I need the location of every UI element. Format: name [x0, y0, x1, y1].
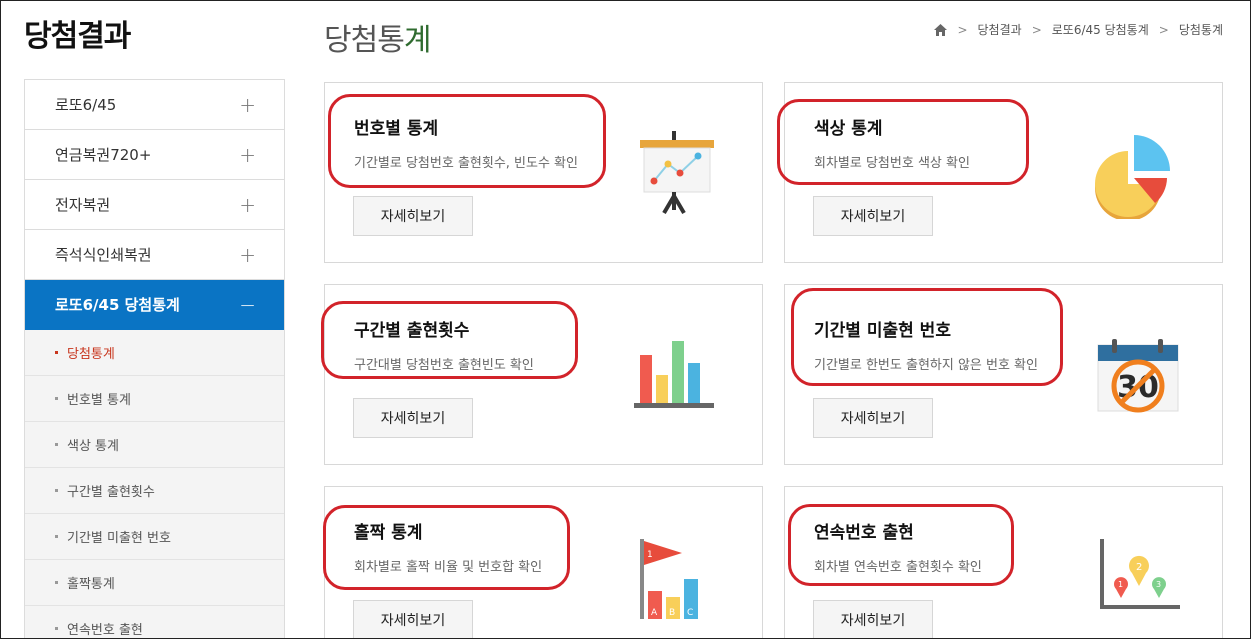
chevron-right-icon: > [957, 22, 968, 37]
sidebar-subitem-range-count[interactable]: 구간별 출현횟수 [25, 468, 284, 514]
sidebar: 로또6/45 + 연금복권720+ + 전자복권 + 즉석식인쇄복권 + 로또6… [24, 79, 285, 638]
sidebar-item-label: 로또6/45 [55, 96, 117, 114]
page-title-accent: 계 [403, 23, 432, 58]
svg-text:C: C [687, 608, 693, 618]
bullet-icon [55, 397, 58, 400]
presentation-chart-icon [640, 131, 714, 215]
section-title: 당첨결과 [24, 19, 131, 54]
card-desc: 회차별 연속번호 출현횟수 확인 [814, 560, 982, 575]
breadcrumb-item[interactable]: 로또6/45 당첨통계 [1052, 21, 1149, 38]
plus-icon: + [239, 92, 256, 117]
card-desc: 기간별로 한번도 출현하지 않은 번호 확인 [814, 358, 1038, 373]
detail-button[interactable]: 자세히보기 [813, 398, 933, 438]
detail-button[interactable]: 자세히보기 [813, 600, 933, 638]
page-title-main: 당첨통 [324, 23, 405, 58]
bullet-icon [55, 535, 58, 538]
bullet-icon [55, 581, 58, 584]
minus-icon: − [239, 292, 256, 317]
card-desc: 회차별로 당첨번호 색상 확인 [814, 156, 970, 171]
sidebar-item-label: 전자복권 [55, 196, 111, 214]
sidebar-item-label: 로또6/45 당첨통계 [55, 296, 180, 314]
flag-bar-icon: 1 A B C [640, 539, 698, 619]
chevron-right-icon: > [1158, 22, 1169, 37]
detail-button[interactable]: 자세히보기 [353, 600, 473, 638]
sidebar-item-label: 즉석식인쇄복권 [55, 246, 152, 264]
sidebar-subitem-label: 당첨통계 [67, 347, 115, 362]
card-title: 구간별 출현횟수 [354, 321, 470, 341]
sidebar-subitem-missing-numbers[interactable]: 기간별 미출현 번호 [25, 514, 284, 560]
card-title: 연속번호 출현 [814, 523, 914, 543]
sidebar-subitem-stats[interactable]: 당첨통계 [25, 330, 284, 376]
sidebar-item-electronic[interactable]: 전자복권 + [25, 180, 284, 230]
page-frame: 당첨결과 로또6/45 + 연금복권720+ + 전자복권 + 즉석식인쇄복권 … [0, 0, 1251, 639]
card-title: 기간별 미출현 번호 [814, 321, 951, 341]
bullet-icon [55, 627, 58, 630]
sidebar-subitem-label: 구간별 출현횟수 [67, 485, 155, 500]
card-missing-numbers: 기간별 미출현 번호 기간별로 한번도 출현하지 않은 번호 확인 자세히보기 … [784, 284, 1223, 465]
bullet-icon [55, 351, 58, 354]
breadcrumb: > 당첨결과 > 로또6/45 당첨통계 > 당첨통계 [934, 21, 1223, 38]
sidebar-item-lotto645[interactable]: 로또6/45 + [25, 80, 284, 130]
breadcrumb-item[interactable]: 당첨결과 [978, 21, 1022, 38]
plus-icon: + [239, 242, 256, 267]
sidebar-subitem-odd-even[interactable]: 홀짝통계 [25, 560, 284, 606]
svg-text:B: B [669, 608, 675, 618]
calendar-30-icon: 30 [1097, 339, 1179, 413]
svg-text:A: A [651, 608, 658, 618]
sidebar-item-pension720[interactable]: 연금복권720+ + [25, 130, 284, 180]
svg-text:1: 1 [647, 550, 653, 560]
card-title: 홀짝 통계 [354, 523, 423, 543]
sidebar-item-lotto-stats[interactable]: 로또6/45 당첨통계 − [25, 280, 284, 330]
card-consecutive: 연속번호 출현 회차별 연속번호 출현횟수 확인 자세히보기 1 2 3 [784, 486, 1223, 638]
card-desc: 기간별로 당첨번호 출현횟수, 빈도수 확인 [354, 156, 578, 171]
bullet-icon [55, 489, 58, 492]
card-color-stats: 색상 통계 회차별로 당첨번호 색상 확인 자세히보기 [777, 82, 1223, 263]
svg-text:2: 2 [1136, 562, 1142, 573]
pie-chart-icon [1095, 135, 1170, 219]
highlight-oval [777, 99, 1029, 185]
sidebar-submenu: 당첨통계 번호별 통계 색상 통계 구간별 출현횟수 기간별 미출현 번호 홀짝… [25, 330, 284, 638]
map-pins-chart-icon: 1 2 3 [1100, 539, 1180, 609]
chevron-right-icon: > [1031, 22, 1042, 37]
card-odd-even: 홀짝 통계 회차별로 홀짝 비율 및 번호합 확인 자세히보기 1 A B C [323, 486, 763, 638]
detail-button[interactable]: 자세히보기 [813, 196, 933, 236]
detail-button[interactable]: 자세히보기 [353, 398, 473, 438]
sidebar-subitem-consecutive[interactable]: 연속번호 출현 [25, 606, 284, 638]
card-title: 색상 통계 [814, 119, 883, 139]
sidebar-item-instant[interactable]: 즉석식인쇄복권 + [25, 230, 284, 280]
card-desc: 구간대별 당첨번호 출현빈도 확인 [354, 358, 534, 373]
bar-chart-icon [634, 341, 714, 408]
svg-text:3: 3 [1156, 580, 1161, 589]
card-range-count: 구간별 출현횟수 구간대별 당첨번호 출현빈도 확인 자세히보기 [321, 284, 763, 465]
page-title: 당첨통계 [324, 15, 432, 59]
sidebar-subitem-label: 번호별 통계 [67, 393, 131, 408]
highlight-oval [328, 94, 606, 188]
sidebar-subitem-label: 홀짝통계 [67, 577, 115, 592]
plus-icon: + [239, 142, 256, 167]
sidebar-subitem-label: 기간별 미출현 번호 [67, 531, 171, 546]
sidebar-subitem-label: 색상 통계 [67, 439, 119, 454]
breadcrumb-item-current: 당첨통계 [1178, 23, 1223, 37]
home-icon[interactable] [934, 23, 948, 36]
bullet-icon [55, 443, 58, 446]
sidebar-subitem-label: 연속번호 출현 [67, 623, 143, 638]
detail-button[interactable]: 자세히보기 [353, 196, 473, 236]
plus-icon: + [239, 192, 256, 217]
card-title: 번호별 통계 [354, 119, 439, 139]
card-number-stats: 번호별 통계 기간별로 당첨번호 출현횟수, 빈도수 확인 자세히보기 [324, 82, 763, 263]
sidebar-subitem-color-stats[interactable]: 색상 통계 [25, 422, 284, 468]
sidebar-subitem-number-stats[interactable]: 번호별 통계 [25, 376, 284, 422]
svg-text:1: 1 [1118, 580, 1123, 589]
card-desc: 회차별로 홀짝 비율 및 번호합 확인 [354, 560, 543, 575]
sidebar-item-label: 연금복권720+ [55, 146, 152, 164]
